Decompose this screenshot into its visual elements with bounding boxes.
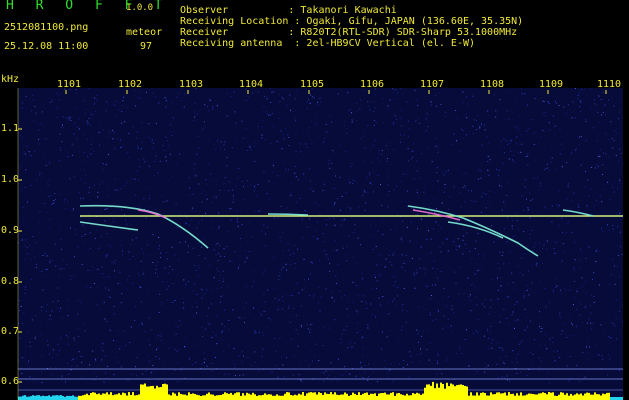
meteor-echo-trace <box>79 204 209 249</box>
y-tick-label: 0.6 <box>1 376 20 387</box>
signal-level-strip <box>18 381 623 400</box>
capture-datetime: 25.12.08 11:00 <box>4 41 89 52</box>
meteor-echo-trace <box>267 213 309 216</box>
file-name: 2512081100.png <box>4 22 89 33</box>
y-tick-label: 1.0 <box>1 174 20 185</box>
meteor-echo-trace <box>407 205 539 257</box>
observer-line: Observer : Takanori Kawachi <box>180 5 397 16</box>
meteor-echo-trace <box>447 221 504 239</box>
spectrogram-canvas <box>18 88 623 400</box>
meteor-label: meteor <box>126 27 163 38</box>
y-tick-label: 1.1 <box>1 123 20 134</box>
app-version: 1.0.0 <box>126 3 154 13</box>
receiver-line: Receiver : R820T2(RTL-SDR) SDR-Sharp 53.… <box>180 27 518 38</box>
y-unit-label: kHz <box>1 74 20 85</box>
meteor-echo-trace <box>137 209 167 219</box>
meteor-count: 97 <box>140 41 153 52</box>
spectrogram-plot <box>18 88 623 400</box>
noise-layer <box>18 88 623 384</box>
meteor-echo-trace <box>79 221 139 231</box>
antenna-line: Receiving antenna : 2el-HB9CV Vertical (… <box>180 38 476 49</box>
y-tick-label: 0.9 <box>1 225 20 236</box>
y-tick-label: 0.7 <box>1 326 20 337</box>
header-panel: H R O F F T 1.0.0 2512081100.png 25.12.0… <box>0 0 629 72</box>
y-tick-label: 0.8 <box>1 276 20 287</box>
meteor-echo-trace <box>562 209 594 217</box>
location-line: Receiving Location : Ogaki, Gifu, JAPAN … <box>180 16 524 27</box>
